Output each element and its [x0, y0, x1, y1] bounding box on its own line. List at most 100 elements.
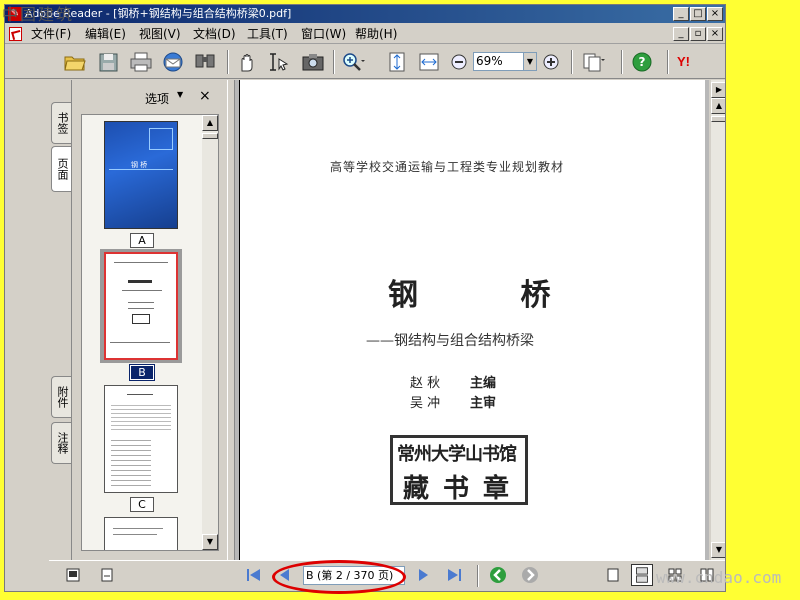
menu-file[interactable]: 文件(F)	[31, 26, 71, 42]
book-subtitle: ——钢结构与组合结构桥梁	[366, 333, 534, 349]
panel-header: 选项 ▼ ×	[73, 80, 226, 114]
last-page-icon[interactable]	[445, 567, 463, 583]
tab-pages[interactable]: 页面	[51, 146, 71, 192]
thumb-text-line	[110, 342, 170, 343]
stamp-line: 藏书章	[403, 474, 524, 504]
panel-close-button[interactable]: ×	[199, 88, 211, 104]
toolbar-separator	[571, 50, 573, 74]
menu-bar: 文件(F) 编辑(E) 视图(V) 文档(D) 工具(T) 窗口(W) 帮助(H…	[5, 24, 725, 44]
scroll-thumb[interactable]	[202, 133, 218, 139]
scroll-up-button[interactable]: ▲	[202, 115, 218, 131]
toolbar-separator	[667, 50, 669, 74]
thumbnail-list: 钢 桥 A B C ▲ ▼	[81, 114, 219, 551]
scroll-thumb[interactable]	[711, 116, 725, 122]
search-icon[interactable]	[193, 51, 217, 73]
watermark-bottom-right: www.cndao.com	[656, 568, 782, 587]
thumb-text-line	[127, 394, 153, 395]
window-maximize-button[interactable]: □	[690, 7, 706, 21]
snapshot-icon[interactable]	[301, 51, 325, 73]
email-icon[interactable]	[161, 51, 185, 73]
toolbar-separator	[227, 50, 229, 74]
window-minimize-button[interactable]: _	[673, 7, 689, 21]
print-icon[interactable]	[129, 51, 153, 73]
zoom-out-minus-icon[interactable]	[447, 51, 471, 73]
tab-comments[interactable]: 注释	[51, 422, 71, 464]
series-title: 高等学校交通运输与工程类专业规划教材	[330, 160, 565, 174]
zoom-in-plus-icon[interactable]	[539, 51, 563, 73]
continuous-page-icon[interactable]	[631, 564, 653, 586]
scroll-up-button[interactable]: ▲	[711, 98, 725, 114]
pages-icon[interactable]	[581, 51, 605, 73]
document-page: 高等学校交通运输与工程类专业规划教材 钢 桥 ——钢结构与组合结构桥梁 赵 秋 …	[239, 80, 705, 560]
toolbar: 69% ▼ ? Y!	[5, 45, 725, 79]
title-bar: ✎ Adobe Reader - [钢桥+钢结构与组合结构桥梁0.pdf] _ …	[5, 5, 725, 23]
first-page-icon[interactable]	[245, 567, 263, 583]
toolbar-separator	[621, 50, 623, 74]
thumbnail-label[interactable]: A	[130, 233, 154, 248]
thumb-text-line	[113, 534, 157, 535]
next-page-icon[interactable]	[415, 567, 431, 583]
single-page-icon[interactable]	[605, 567, 621, 583]
fit-page-icon[interactable]	[385, 51, 409, 73]
thumb-text-line	[122, 290, 162, 291]
help-icon[interactable]: ?	[631, 51, 655, 73]
toolbar-separator	[333, 50, 335, 74]
document-close-button[interactable]: ×	[707, 27, 723, 41]
scroll-page-icon[interactable]: ▶	[711, 82, 725, 98]
author-name: 吴 冲	[410, 396, 441, 411]
zoom-dropdown-button[interactable]: ▼	[523, 52, 537, 71]
scroll-down-button[interactable]: ▼	[202, 534, 218, 550]
pages-panel: 选项 ▼ × 钢 桥 A B C ▲ ▼	[73, 80, 226, 560]
menu-edit[interactable]: 编辑(E)	[85, 26, 126, 42]
highlight-annotation-oval	[272, 560, 406, 594]
scroll-down-button[interactable]: ▼	[711, 542, 725, 558]
menu-view[interactable]: 视图(V)	[139, 26, 181, 42]
menu-help[interactable]: 帮助(H)	[355, 26, 397, 42]
thumbnail-label[interactable]: B	[129, 364, 155, 381]
thumb-stamp	[132, 314, 150, 324]
statusbar-separator	[477, 565, 479, 587]
go-forward-icon[interactable]	[521, 566, 539, 584]
tab-bookmarks[interactable]: 书签	[51, 102, 71, 144]
page-view-icon[interactable]	[99, 567, 115, 583]
page-thumbnail[interactable]	[104, 385, 178, 493]
select-text-icon[interactable]	[267, 51, 291, 73]
cover-graphic	[149, 128, 173, 150]
navigation-tabs: 书签 页面 附件 注释	[49, 80, 72, 560]
layout-icon[interactable]	[65, 567, 81, 583]
yahoo-icon[interactable]: Y!	[677, 51, 713, 73]
save-icon[interactable]	[97, 51, 121, 73]
thumbnail-scrollbar[interactable]: ▲ ▼	[202, 115, 218, 550]
library-stamp: 常州大学山书馆 藏书章	[390, 435, 528, 505]
document-restore-button[interactable]: ▫	[690, 27, 706, 41]
window-close-button[interactable]: ×	[707, 7, 723, 21]
zoom-in-icon[interactable]	[341, 51, 365, 73]
options-dropdown-icon[interactable]: ▼	[177, 90, 183, 99]
panel-splitter[interactable]	[227, 80, 235, 560]
author-name: 赵 秋	[410, 376, 441, 391]
thumb-text-line	[113, 528, 163, 529]
menu-tools[interactable]: 工具(T)	[247, 26, 288, 42]
tab-attachments[interactable]: 附件	[51, 376, 71, 418]
hand-icon[interactable]	[235, 51, 259, 73]
thumb-text-block	[111, 402, 171, 430]
fit-width-icon[interactable]	[417, 51, 441, 73]
open-icon[interactable]	[63, 51, 87, 73]
menu-window[interactable]: 窗口(W)	[301, 26, 346, 42]
document-view[interactable]: 高等学校交通运输与工程类专业规划教材 钢 桥 ——钢结构与组合结构桥梁 赵 秋 …	[235, 80, 709, 560]
author-role: 主审	[470, 396, 497, 411]
thumb-text-line	[128, 308, 154, 309]
cover-line	[109, 169, 173, 170]
page-thumbnail[interactable]	[104, 252, 178, 360]
menu-document[interactable]: 文档(D)	[193, 26, 236, 42]
go-back-icon[interactable]	[489, 566, 507, 584]
thumb-text-line	[128, 280, 152, 283]
document-scrollbar[interactable]: ▶ ▲ ▼	[711, 80, 725, 560]
thumbnail-label[interactable]: C	[130, 497, 154, 512]
book-title: 钢 桥	[388, 278, 597, 313]
options-menu[interactable]: 选项	[145, 90, 169, 107]
page-thumbnail[interactable]	[104, 517, 178, 550]
document-minimize-button[interactable]: _	[673, 27, 689, 41]
page-thumbnail[interactable]: 钢 桥	[104, 121, 178, 229]
document-icon[interactable]	[9, 27, 22, 41]
